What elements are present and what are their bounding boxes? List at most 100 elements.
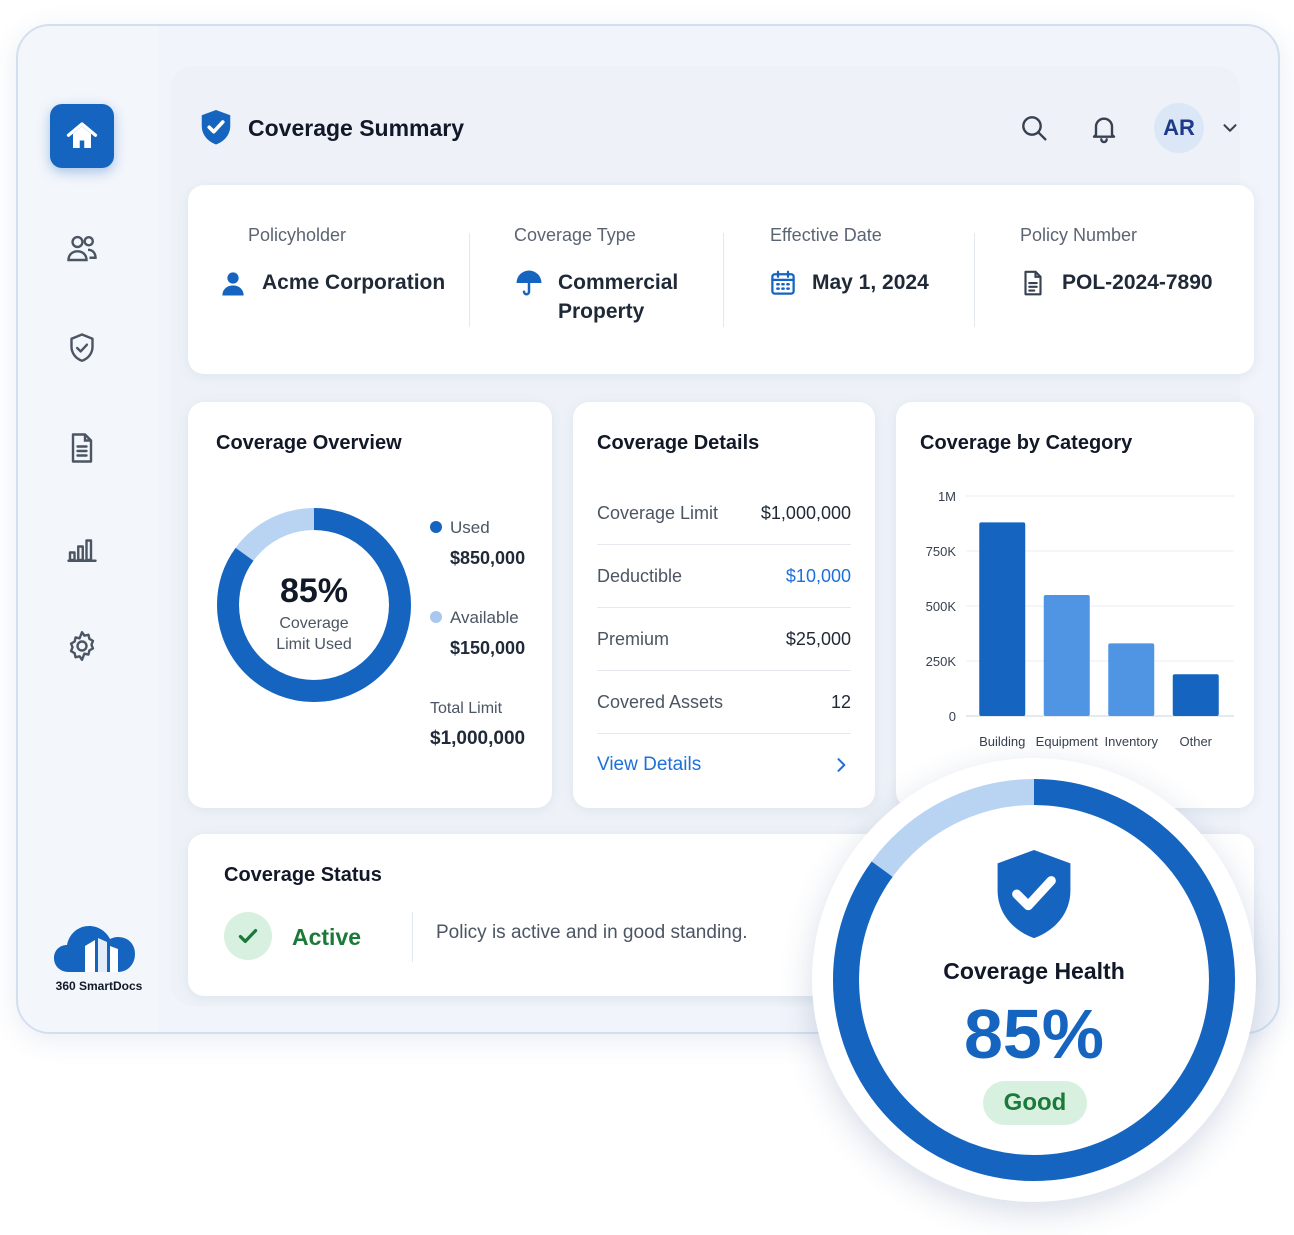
legend-available-value: $150,000 [450,638,526,658]
document-icon [1024,270,1042,296]
effective-date-value: May 1, 2024 [812,271,929,294]
sidebar-item-users[interactable] [50,216,114,280]
card-title: Coverage Status [224,864,382,886]
x-tick-label: Equipment [1036,734,1099,749]
coverage-type-label: Coverage Type [514,225,636,245]
effective-date-label: Effective Date [770,225,882,245]
umbrella-icon [516,270,542,296]
page-title: Coverage Summary [248,114,465,141]
health-badge: Good [983,1081,1087,1125]
calendar-icon [771,270,795,295]
detail-label: Coverage Limit [597,502,719,523]
detail-label: Premium [597,628,670,649]
sidebar-item-shield[interactable] [50,316,114,380]
detail-value: $25,000 [785,628,851,649]
card-title: Coverage by Category [920,432,1133,454]
total-limit-value: $1,000,000 [430,728,526,749]
sidebar-item-home[interactable] [50,104,114,168]
divider [412,912,413,962]
bar-building[interactable] [979,522,1026,716]
legend-used: Used $850,000 [430,518,525,569]
search-button[interactable] [1016,110,1052,146]
sidebar-item-settings[interactable] [50,614,114,678]
x-tick-label: Building [979,734,1025,749]
coverage-by-category-card: Coverage by Category 0 250K 500K 750K 1M Buil… [896,402,1254,808]
status-state: Active [292,924,362,950]
sidebar-item-documents[interactable] [50,416,114,480]
sidebar: 360 SmartDocs [18,26,158,1032]
sidebar-item-analytics[interactable] [50,516,114,580]
brand-logo: 360 SmartDocs [44,916,154,993]
shield-logo-icon [201,110,231,145]
divider [974,233,975,327]
coverage-overview-card: Coverage Overview 85% Coverage Limit Use… [188,402,552,808]
y-tick-label: 0 [949,709,956,724]
card-title: Coverage Overview [216,432,402,454]
donut-caption-line1: Coverage [279,615,349,632]
policy-number-value: POL-2024-7890 [1062,271,1213,294]
account-menu-toggle[interactable] [1212,110,1248,146]
avatar[interactable]: AR [1154,103,1204,153]
coverage-type-value-line1: Commercial [558,271,679,294]
effective-date-block: Effective Date May 1, 2024 [768,225,929,298]
policy-number-label: Policy Number [1020,225,1138,245]
detail-value-link[interactable]: $10,000 [786,566,851,587]
policyholder-label: Policyholder [248,225,347,245]
health-value: 85% [963,995,1105,1073]
y-tick-label: 750K [926,544,957,559]
detail-value: $1,000,000 [760,502,851,523]
shield-check-icon [70,333,94,362]
bar-other[interactable] [1172,674,1219,716]
donut-percent: 85% [279,572,349,610]
y-tick-label: 1M [938,489,956,504]
coverage-type-value-line2: Property [558,300,645,323]
total-limit: Total Limit $1,000,000 [430,700,525,750]
coverage-type-block: Coverage Type Commercial Property [514,225,678,326]
check-icon [238,928,258,944]
shield-check-icon [997,850,1071,939]
status-message: Policy is active and in good standing. [436,922,748,943]
users-icon [67,235,97,262]
detail-row-deductible: Deductible $10,000 [597,545,851,608]
card-title: Coverage Details [597,432,760,454]
legend-used-label: Used [450,518,490,537]
divider [723,233,724,327]
chevron-down-icon [1223,124,1237,132]
document-icon [71,433,93,463]
total-limit-label: Total Limit [430,700,503,717]
policy-number-block: Policy Number POL-2024-7890 [1018,225,1213,298]
notifications-button[interactable] [1086,110,1122,146]
bar-equipment[interactable] [1043,595,1090,716]
top-bar: Coverage Summary AR [198,100,1237,160]
status-check-badge [224,912,272,960]
view-details-label: View Details [597,754,702,775]
legend-used-value: $850,000 [450,548,526,568]
gear-icon [69,631,95,661]
person-icon [222,272,244,296]
home-icon [66,122,98,148]
detail-row-coverage-limit: Coverage Limit $1,000,000 [597,482,851,545]
detail-row-premium: Premium $25,000 [597,608,851,671]
bell-icon [1092,117,1116,144]
coverage-details-card: Coverage Details Coverage Limit $1,000,0… [573,402,875,808]
x-tick-label: Other [1179,734,1212,749]
detail-value: 12 [830,691,851,712]
donut-caption-line2: Limit Used [276,636,352,653]
bar-inventory[interactable] [1108,643,1155,716]
y-tick-label: 500K [926,599,957,614]
policy-summary-card: Policyholder Acme Corporation Coverage T… [188,185,1254,374]
brand-name: 360 SmartDocs [55,979,143,993]
legend-dot [430,610,442,623]
detail-row-covered-assets: Covered Assets 12 [597,671,851,734]
detail-label: Covered Assets [597,691,724,712]
divider [469,233,470,327]
policyholder-block: Policyholder Acme Corporation [218,225,445,298]
x-tick-label: Inventory [1105,734,1159,749]
y-tick-label: 250K [926,654,957,669]
category-bar-chart: 0 250K 500K 750K 1M Building Equipment Inventor… [926,489,1234,749]
detail-label: Deductible [597,565,683,586]
policyholder-value: Acme Corporation [262,271,446,294]
legend-dot [430,520,442,533]
coverage-health-widget: Coverage Health 85% Good [812,758,1256,1202]
bar-chart-icon [67,539,97,562]
